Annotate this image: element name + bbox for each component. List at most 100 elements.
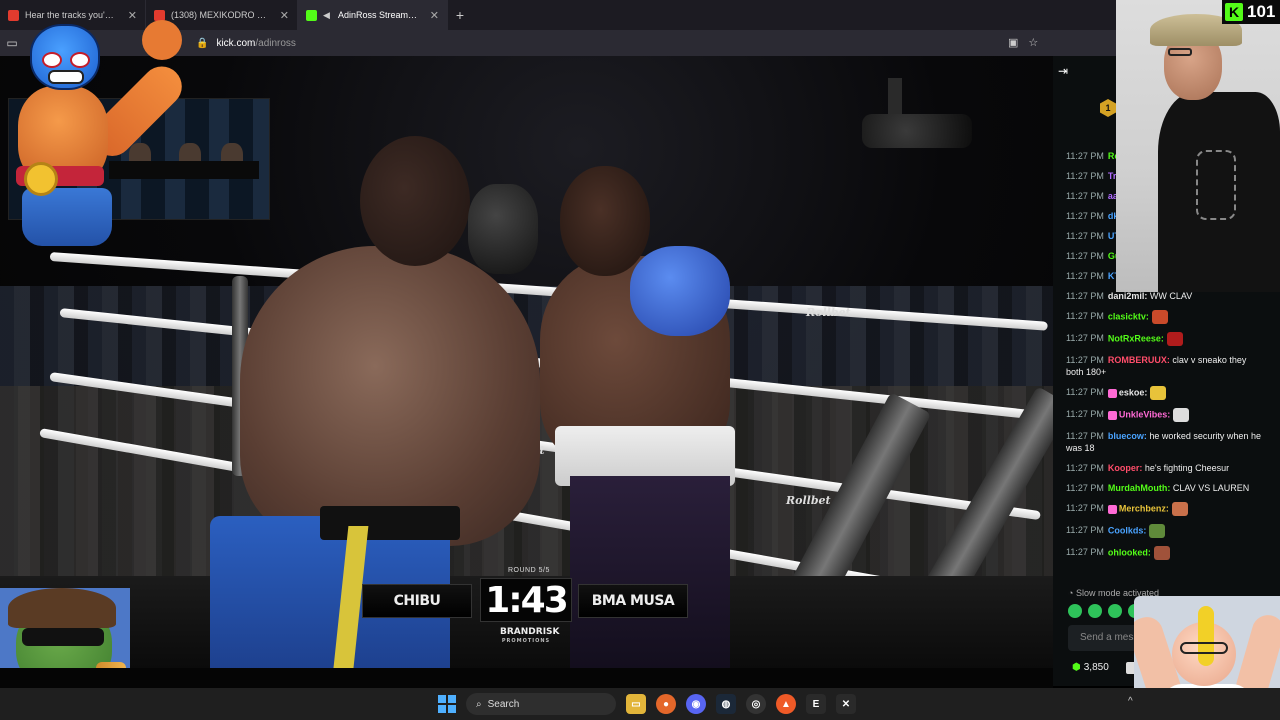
taskbar-search-label: Search [487, 698, 520, 710]
black-glove [468, 184, 538, 274]
el-primo-overlay [2, 16, 191, 248]
message-time: 11:27 PM [1066, 355, 1104, 365]
tab-adinross-stream[interactable]: ◀ AdinRoss Stream - Watch L ✕ [298, 0, 448, 30]
promoter-logo-text: BRANDRISK [500, 627, 560, 637]
message-time: 11:27 PM [1066, 211, 1104, 221]
chat-message: 11:27 PM MurdahMouth: CLAV VS LAUREN [1066, 482, 1262, 494]
chat-message: 11:27 PM clasicktv: [1066, 310, 1262, 324]
close-tab-icon[interactable]: ✕ [280, 9, 289, 22]
chat-message: 11:27 PM Kooper: he's fighting Cheesur [1066, 462, 1262, 474]
browser-tab-bar: Hear the tracks you've liked: on ✕ (1308… [0, 0, 1280, 30]
steam-icon[interactable]: ◍ [716, 694, 736, 714]
message-time: 11:27 PM [1066, 525, 1104, 536]
message-time: 11:27 PM [1066, 503, 1104, 514]
bookmark-star-icon[interactable]: ☆ [1028, 36, 1038, 49]
taskbar-icons: ⌕ Search ▭ ● ◉ ◍ ◎ ▲ E ✕ [438, 693, 856, 715]
brave-icon[interactable]: ▲ [776, 694, 796, 714]
browser-nav-bar: ▭ 🔒 kick.com/adinross ▣ ☆ [0, 30, 1280, 56]
address-bar-actions: ▣ ☆ [1008, 36, 1038, 49]
chat-message: 11:27 PM NotRxReese: [1066, 332, 1262, 346]
message-username[interactable]: clasicktv: [1108, 311, 1149, 321]
chat-emote-icon [1151, 310, 1168, 324]
round-timer: 1:43 [480, 578, 572, 622]
message-username[interactable]: ROMBERUUX: [1108, 355, 1170, 365]
url-path: /adinross [255, 37, 296, 49]
emote-icon[interactable] [1108, 604, 1122, 618]
message-time: 11:27 PM [1066, 311, 1104, 322]
message-time: 11:27 PM [1066, 251, 1104, 261]
message-username[interactable]: dani2mil: [1108, 291, 1148, 301]
address-bar[interactable]: 🔒 kick.com/adinross [196, 33, 1056, 53]
chat-emote-icon [1171, 502, 1188, 516]
channel-points[interactable]: ⬢ 3,850 [1072, 662, 1109, 673]
chat-emote-icon [1149, 524, 1166, 538]
right-fighter-name: BMA MUSA [578, 584, 688, 618]
fight-scoreboard: ROUND 5/5 CHIBU 1:43 BMA MUSA BRANDRISK … [362, 564, 690, 660]
chat-message: 11:27 PM ROMBERUUX: clav v sneako they bo… [1066, 354, 1262, 378]
reader-view-icon[interactable]: ▣ [1008, 36, 1018, 49]
message-time: 11:27 PM [1066, 333, 1104, 344]
chat-emote-icon [1173, 408, 1190, 422]
chat-emote-icon [1153, 546, 1170, 560]
message-time: 11:27 PM [1066, 431, 1104, 441]
points-icon: ⬢ [1072, 662, 1081, 673]
message-username[interactable]: Coolkds: [1108, 525, 1147, 535]
taskbar-search[interactable]: ⌕ Search [466, 693, 616, 715]
kick-k-icon: K [1225, 3, 1243, 21]
message-username[interactable]: bluecow: [1108, 431, 1147, 441]
tab-title: AdinRoss Stream - Watch L [338, 10, 418, 20]
slow-mode-icon: ◔ [1068, 588, 1076, 598]
message-time: 11:27 PM [1066, 291, 1104, 301]
windows-taskbar: ⌕ Search ▭ ● ◉ ◍ ◎ ▲ E ✕ ^ [0, 688, 1280, 720]
file-explorer-icon[interactable]: ▭ [626, 694, 646, 714]
viewer-count: 101 [1247, 2, 1276, 21]
message-time: 11:27 PM [1066, 547, 1104, 558]
new-tab-button[interactable]: + [448, 7, 472, 23]
close-tab-icon[interactable]: ✕ [430, 9, 439, 22]
message-time: 11:27 PM [1066, 483, 1104, 493]
message-username[interactable]: MurdahMouth: [1108, 483, 1170, 493]
chat-message: 11:27 PM bluecow: he worked security when… [1066, 430, 1262, 454]
chat-emote-icon [1166, 332, 1183, 346]
message-username[interactable]: eskoe: [1119, 387, 1148, 397]
message-time: 11:27 PM [1066, 387, 1104, 398]
message-time: 11:27 PM [1066, 271, 1104, 281]
app-x-icon[interactable]: ✕ [836, 694, 856, 714]
screen: Hear the tracks you've liked: on ✕ (1308… [0, 0, 1280, 720]
round-indicator: ROUND 5/5 [508, 567, 550, 574]
epic-games-icon[interactable]: E [806, 694, 826, 714]
firefox-icon[interactable]: ● [656, 694, 676, 714]
url-host: kick.com [216, 37, 256, 49]
viewer-count-badge: K 101 [1222, 0, 1280, 24]
obs-icon[interactable]: ◎ [746, 694, 766, 714]
windows-start-icon[interactable] [438, 695, 456, 713]
tray-chevron-icon[interactable]: ^ [1128, 696, 1133, 707]
chat-message: 11:27 PM UnkleVibes: [1066, 408, 1262, 422]
message-username[interactable]: UnkleVibes: [1119, 409, 1170, 419]
left-fighter-name: CHIBU [362, 584, 472, 618]
message-username[interactable]: NotRxReese: [1108, 333, 1164, 343]
message-time: 11:27 PM [1066, 231, 1104, 241]
kick-icon [306, 9, 317, 21]
speaker-icon[interactable]: ◀ [323, 10, 332, 21]
lock-icon: 🔒 [196, 37, 209, 49]
user-badge-icon [1107, 410, 1117, 420]
chat-message: 11:27 PM Coolkds: [1066, 524, 1262, 538]
emote-icon[interactable] [1088, 604, 1102, 618]
message-username[interactable]: Kooper: [1108, 463, 1143, 473]
discord-icon[interactable]: ◉ [686, 694, 706, 714]
search-icon: ⌕ [476, 698, 482, 710]
chat-emote-icon [1150, 386, 1167, 400]
streamer-webcam [1116, 0, 1280, 292]
chat-message: 11:27 PM ohlooked: [1066, 546, 1262, 560]
message-username[interactable]: Merchbenz: [1119, 503, 1169, 513]
chat-message: 11:27 PM eskoe: [1066, 386, 1262, 400]
emote-icon[interactable] [1068, 604, 1082, 618]
message-time: 11:27 PM [1066, 171, 1104, 181]
overhead-camera [862, 78, 982, 148]
message-username[interactable]: ohlooked: [1108, 547, 1151, 557]
ring-sponsor-logo: Rollbet [806, 306, 851, 319]
points-value: 3,850 [1083, 662, 1109, 673]
chat-message: 11:27 PM Merchbenz: [1066, 502, 1262, 516]
collapse-arrow-icon[interactable]: ⇥ [1058, 64, 1068, 78]
